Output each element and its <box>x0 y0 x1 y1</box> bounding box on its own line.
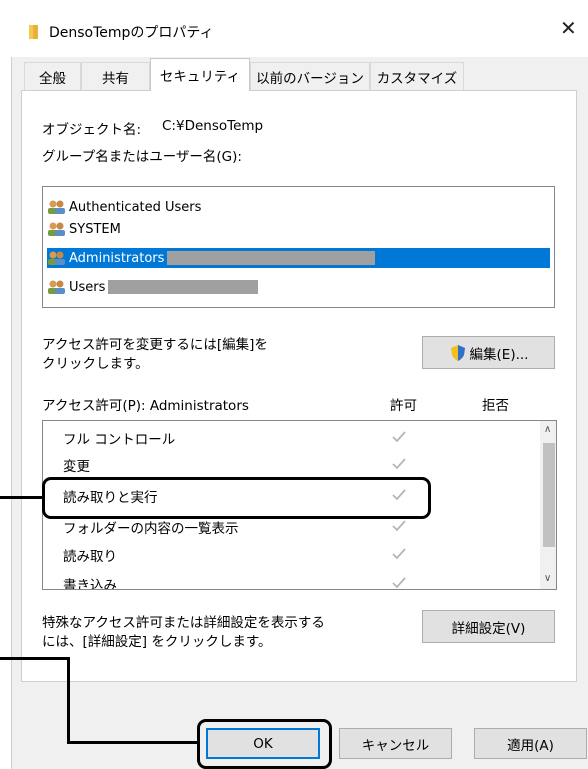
apply-button[interactable]: 適用(A) <box>474 728 587 759</box>
allow-header: 許可 <box>390 398 417 414</box>
list-item[interactable]: Users <box>47 277 550 297</box>
users-icon <box>48 251 65 265</box>
table-row: フル コントロール <box>43 425 538 449</box>
redacted-block <box>108 280 259 294</box>
edit-button-label: 編集(E)... <box>469 346 529 363</box>
tab-customize[interactable]: カスタマイズ <box>370 62 464 90</box>
tab-sharing[interactable]: 共有 <box>81 62 150 90</box>
user-list[interactable]: Authenticated Users SYSTEM Administrator… <box>42 186 555 308</box>
permissions-header: アクセス許可(P): Administrators <box>42 398 249 414</box>
user-name: Administrators <box>69 250 165 266</box>
leader-line <box>0 496 43 499</box>
advanced-hint-2: には、[詳細設定] をクリックします。 <box>42 634 272 650</box>
check-icon <box>392 458 406 470</box>
permission-name: 読み取り <box>63 549 117 565</box>
check-icon <box>392 548 406 560</box>
edit-button[interactable]: 編集(E)... <box>422 336 555 369</box>
deny-header: 拒否 <box>482 398 509 414</box>
leader-line <box>67 657 70 744</box>
advanced-button[interactable]: 詳細設定(V) <box>422 610 555 643</box>
cancel-button[interactable]: キャンセル <box>339 728 452 759</box>
tab-general[interactable]: 全般 <box>24 62 81 90</box>
users-icon <box>48 222 65 236</box>
list-item[interactable]: SYSTEM <box>47 219 550 239</box>
edit-hint-2: クリックします。 <box>42 356 149 372</box>
table-row: 変更 <box>43 452 538 476</box>
user-name: SYSTEM <box>69 221 121 237</box>
scroll-down-icon[interactable]: ∨ <box>544 573 551 584</box>
permission-name: フォルダーの内容の一覧表示 <box>63 521 239 537</box>
user-name: Users <box>69 279 106 295</box>
permission-name: 書き込み <box>63 578 117 590</box>
list-item[interactable]: Authenticated Users <box>47 197 550 217</box>
leader-line <box>67 741 198 744</box>
edit-hint: アクセス許可を変更するには[編集]を <box>42 337 268 353</box>
permission-name: 変更 <box>63 459 90 475</box>
tab-security[interactable]: セキュリティ <box>150 58 250 91</box>
table-row: 書き込み <box>43 571 538 590</box>
security-panel <box>21 90 577 682</box>
users-icon <box>48 200 65 214</box>
list-item-selected[interactable]: Administrators <box>47 248 550 268</box>
group-user-label: グループ名またはユーザー名(G): <box>42 149 242 165</box>
users-icon <box>48 280 65 294</box>
object-name-label: オブジェクト名: <box>42 122 142 138</box>
object-name-value: C:¥DensoTemp <box>162 118 264 134</box>
window-title: DensoTempのプロパティ <box>49 25 214 41</box>
leader-line <box>0 657 70 660</box>
check-icon <box>392 577 406 589</box>
table-row: 読み取り <box>43 542 538 566</box>
callout-read-execute <box>42 477 431 519</box>
close-icon[interactable]: ✕ <box>560 18 577 38</box>
check-icon <box>392 431 406 443</box>
tab-previous-versions[interactable]: 以前のバージョン <box>250 62 370 90</box>
scrollbar-thumb[interactable] <box>543 443 555 547</box>
folder-icon <box>29 25 38 39</box>
callout-ok-button <box>197 719 332 769</box>
redacted-block <box>167 251 376 265</box>
check-icon <box>392 520 406 532</box>
scroll-up-icon[interactable]: ∧ <box>544 424 551 435</box>
shield-icon <box>450 344 465 361</box>
user-name: Authenticated Users <box>69 199 202 215</box>
advanced-hint: 特殊なアクセス許可または詳細設定を表示する <box>42 615 325 631</box>
permission-name: フル コントロール <box>63 432 176 448</box>
